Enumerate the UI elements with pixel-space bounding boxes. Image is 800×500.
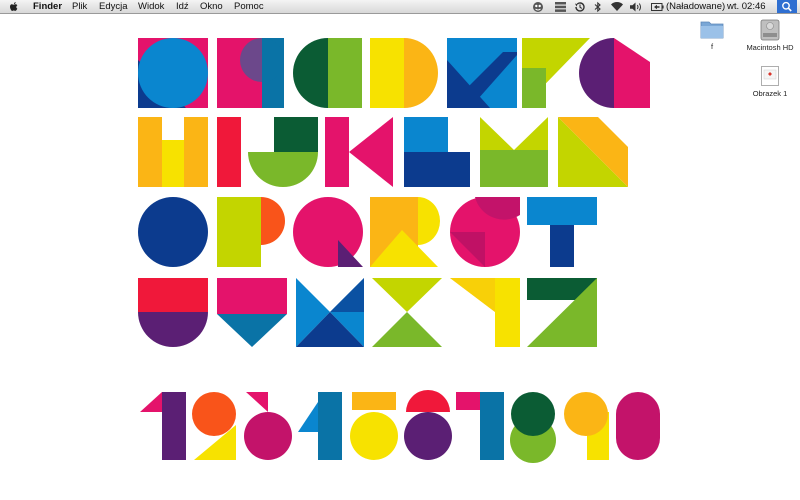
desktop-item-hard-drive[interactable]: Macintosh HD bbox=[745, 19, 795, 55]
desktop-item-image-file[interactable]: Obrazek 1 bbox=[745, 66, 795, 102]
glyph-8 bbox=[510, 392, 556, 463]
menu-bar: Finder Plik Edycja Widok Idź Okno Pomoc … bbox=[0, 0, 800, 14]
glyph-g bbox=[579, 38, 650, 108]
volume-icon[interactable] bbox=[630, 2, 643, 12]
apple-logo-icon[interactable] bbox=[9, 1, 19, 13]
user-status-icon[interactable] bbox=[532, 1, 544, 13]
glyph-s bbox=[450, 197, 520, 267]
image-file-icon bbox=[761, 66, 779, 86]
spaces-icon[interactable] bbox=[555, 2, 566, 12]
wifi-icon[interactable] bbox=[610, 1, 624, 12]
glyph-l bbox=[404, 117, 470, 187]
glyph-d bbox=[370, 38, 438, 108]
clock[interactable]: wt. 02:46 bbox=[727, 1, 766, 13]
desktop-item-label: Macintosh HD bbox=[746, 43, 794, 52]
battery-icon[interactable] bbox=[651, 3, 664, 11]
glyph-v bbox=[217, 278, 287, 347]
glyph-7 bbox=[456, 392, 504, 460]
glyph-x bbox=[372, 278, 442, 347]
glyph-b bbox=[217, 38, 284, 108]
desktop-wallpaper bbox=[138, 38, 660, 463]
glyph-n bbox=[558, 117, 628, 187]
menu-plik[interactable]: Plik bbox=[72, 1, 87, 13]
glyph-3 bbox=[244, 392, 292, 460]
glyph-m bbox=[480, 117, 548, 187]
glyph-t bbox=[527, 197, 597, 267]
glyph-9 bbox=[564, 392, 609, 460]
menu-app-name[interactable]: Finder bbox=[33, 1, 62, 13]
glyph-2 bbox=[192, 392, 236, 460]
glyph-1 bbox=[140, 392, 186, 460]
desktop-item-label: Obrazek 1 bbox=[752, 89, 788, 98]
glyph-y bbox=[450, 278, 520, 347]
folder-icon bbox=[700, 21, 724, 39]
glyph-c bbox=[293, 38, 362, 108]
glyph-u bbox=[138, 278, 208, 347]
desktop-item-folder[interactable]: f bbox=[690, 19, 734, 55]
glyph-w bbox=[296, 278, 364, 347]
desktop-item-label: f bbox=[710, 42, 714, 51]
menu-idz[interactable]: Idź bbox=[176, 1, 189, 13]
glyph-i bbox=[217, 117, 241, 187]
time-machine-icon[interactable] bbox=[574, 1, 586, 13]
glyph-q bbox=[293, 197, 363, 267]
spotlight-search-icon[interactable] bbox=[777, 0, 797, 13]
menu-widok[interactable]: Widok bbox=[138, 1, 164, 13]
menu-edycja[interactable]: Edycja bbox=[99, 1, 128, 13]
menu-okno[interactable]: Okno bbox=[200, 1, 223, 13]
glyph-4 bbox=[298, 392, 342, 460]
menu-pomoc[interactable]: Pomoc bbox=[234, 1, 264, 13]
glyph-o bbox=[138, 197, 208, 267]
glyph-j bbox=[248, 117, 318, 187]
glyph-h bbox=[138, 117, 208, 187]
glyph-r bbox=[370, 197, 440, 267]
glyph-e bbox=[447, 38, 517, 108]
battery-status-label[interactable]: (Naładowane) bbox=[666, 1, 725, 13]
glyph-a bbox=[138, 38, 208, 108]
wallpaper-alphabet bbox=[138, 38, 660, 463]
hard-drive-icon bbox=[760, 19, 780, 41]
bluetooth-icon[interactable] bbox=[594, 1, 602, 13]
glyph-0 bbox=[616, 392, 660, 460]
glyph-p bbox=[217, 197, 285, 267]
glyph-5 bbox=[350, 392, 398, 460]
glyph-6 bbox=[404, 390, 452, 460]
glyph-z bbox=[527, 278, 597, 347]
glyph-k bbox=[325, 117, 393, 187]
